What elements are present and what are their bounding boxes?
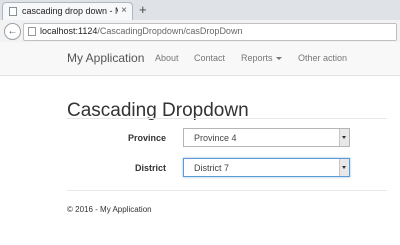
new-tab-icon[interactable]: + [139, 2, 147, 17]
brand-link[interactable]: My Application [67, 51, 144, 65]
url-text: localhost:1124/CascadingDropdown/casDrop… [40, 26, 242, 36]
district-label: District [134, 163, 166, 173]
divider [67, 118, 387, 119]
back-arrow-icon[interactable]: ← [4, 23, 21, 40]
footer-text: © 2016 - My Application [67, 205, 152, 214]
address-bar: ← localhost:1124/CascadingDropdown/casDr… [0, 20, 400, 43]
chevron-down-icon [339, 159, 349, 176]
nav-reports-label: Reports [241, 53, 273, 63]
browser-tab-strip: cascading drop down - My... × + [0, 0, 400, 21]
page-favicon-icon [9, 7, 17, 16]
url-path: /CascadingDropdown/casDropDown [97, 26, 243, 36]
province-label: Province [127, 133, 166, 143]
nav-contact[interactable]: Contact [194, 53, 225, 63]
province-selected-value: Province 4 [194, 133, 237, 143]
caret-down-icon [275, 57, 282, 61]
page-icon [28, 27, 36, 36]
chevron-down-icon [339, 129, 349, 146]
nav-about[interactable]: About [155, 53, 179, 63]
nav-reports-dropdown[interactable]: Reports [241, 53, 282, 63]
footer-divider [67, 190, 387, 191]
district-selected-value: District 7 [194, 163, 230, 173]
browser-tab[interactable]: cascading drop down - My... × [2, 2, 133, 20]
tab-title: cascading drop down - My... [22, 6, 118, 16]
close-tab-icon[interactable]: × [121, 5, 127, 16]
url-input[interactable]: localhost:1124/CascadingDropdown/casDrop… [23, 23, 397, 41]
url-host: localhost:1124 [40, 26, 98, 36]
province-select[interactable]: Province 4 [183, 128, 350, 147]
nav-other-action[interactable]: Other action [298, 53, 347, 63]
site-navbar: My Application About Contact Reports Oth… [0, 42, 400, 76]
district-select[interactable]: District 7 [183, 158, 350, 177]
